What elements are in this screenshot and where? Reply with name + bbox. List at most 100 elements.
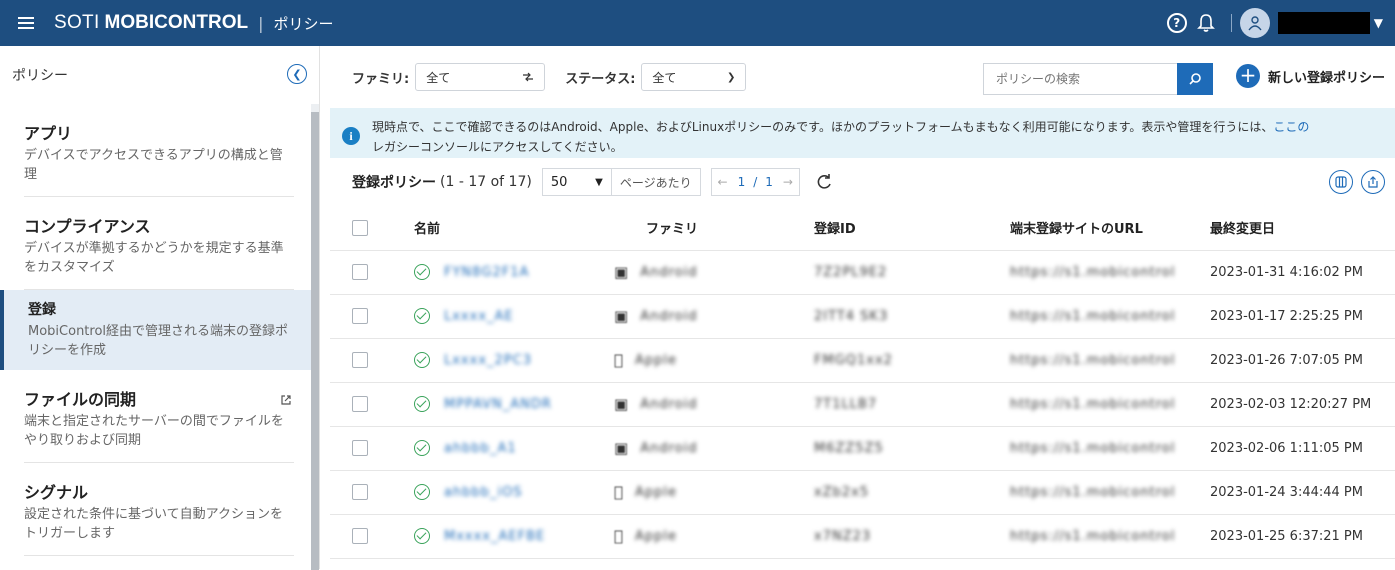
search-input[interactable] bbox=[983, 63, 1177, 95]
column-header-enroll-id[interactable]: 登録ID bbox=[814, 206, 1010, 250]
row-checkbox[interactable] bbox=[352, 528, 368, 544]
modified-date: 2023-01-24 3:44:44 PM bbox=[1210, 485, 1385, 500]
family-text: Android bbox=[640, 441, 697, 456]
row-checkbox[interactable] bbox=[352, 484, 368, 500]
status-ok-icon bbox=[414, 264, 430, 280]
avatar[interactable] bbox=[1240, 8, 1270, 38]
plus-icon: + bbox=[1236, 64, 1260, 88]
enroll-id-text: 7T1LLB7 bbox=[814, 397, 877, 412]
policy-name-link[interactable]: Lxxxx_2PC3 bbox=[444, 353, 532, 368]
sidebar-item-desc: 端末と指定されたサーバーの間でファイルをやり取りおよび同期 bbox=[24, 412, 294, 450]
next-page-icon[interactable]: → bbox=[777, 175, 799, 189]
username-redacted[interactable] bbox=[1278, 12, 1370, 34]
brand-mobicontrol: MOBICONTROL bbox=[105, 12, 249, 34]
chevron-down-icon[interactable]: ▼ bbox=[1374, 16, 1383, 30]
table-row[interactable]: MPPAVN_ANDR▣Android7T1LLB7https://s1.mob… bbox=[330, 382, 1395, 426]
sidebar-item-enrollment[interactable]: 登録 MobiControl経由で管理される端末の登録ポリシーを作成 bbox=[0, 290, 312, 370]
policy-name-link[interactable]: Mxxxx_AEFBE bbox=[444, 529, 545, 544]
family-filter-select[interactable]: 全て bbox=[415, 63, 545, 91]
hamburger-menu-icon[interactable] bbox=[18, 17, 34, 29]
url-cell: https://s1.mobicontrol bbox=[1010, 250, 1210, 294]
enroll-id-text: x7NZ23 bbox=[814, 529, 871, 544]
table-row[interactable]: Lxxxx_2PC3AppleFMGQ1xx2https://s1.mobic… bbox=[330, 338, 1395, 382]
columns-icon[interactable] bbox=[1329, 170, 1353, 194]
prev-page-icon[interactable]: ← bbox=[712, 175, 734, 189]
chevron-down-icon: ❯ bbox=[727, 72, 735, 83]
sidebar-item-signal[interactable]: シグナル 設定された条件に基づいて自動アクションをトリガーします bbox=[24, 463, 294, 556]
policy-name-link[interactable]: ahbbb_A1 bbox=[444, 441, 517, 456]
per-page-select[interactable]: 50 ▼ bbox=[542, 168, 612, 196]
url-cell: https://s1.mobicontrol bbox=[1010, 470, 1210, 514]
new-button-label: 新しい登録ポリシー bbox=[1268, 67, 1385, 86]
sidebar-item-file-sync[interactable]: ファイルの同期 端末と指定されたサーバーの間でファイルをやり取りおよび同期 bbox=[24, 370, 294, 463]
banner-text: 現時点で、ここで確認できるのはAndroid、Apple、およびLinuxポリシ… bbox=[372, 117, 1309, 157]
column-header-modified[interactable]: 最終変更日 bbox=[1210, 206, 1395, 250]
status-filter-select[interactable]: 全て ❯ bbox=[641, 63, 746, 91]
table-row[interactable]: Lxxxx_AE ▣Android2ITT4 SK3https://s1.mobi… bbox=[330, 294, 1395, 338]
name-cell: FYN8G2F1A bbox=[414, 250, 614, 294]
legacy-console-link[interactable]: ここの bbox=[1273, 120, 1309, 134]
row-select-cell bbox=[330, 470, 414, 514]
family-cell: ▣Android bbox=[614, 294, 814, 338]
enroll-id-cell: xZb2x5 bbox=[814, 470, 1010, 514]
row-checkbox[interactable] bbox=[352, 440, 368, 456]
sort-icon bbox=[522, 72, 534, 82]
sidebar-scrollbar[interactable] bbox=[311, 104, 319, 569]
help-icon[interactable]: ? bbox=[1167, 13, 1187, 33]
page-current: 1 bbox=[734, 175, 750, 189]
collapse-sidebar-icon[interactable]: ❮ bbox=[287, 64, 307, 84]
table-row[interactable]: Mxxxx_AEFBEApplex7NZ23https://s1.mobico… bbox=[330, 514, 1395, 558]
sidebar-item-title: コンプライアンス bbox=[24, 217, 294, 237]
policy-name-link[interactable]: MPPAVN_ANDR bbox=[444, 397, 552, 412]
scrollbar-thumb[interactable] bbox=[311, 112, 319, 570]
banner-message-2: レガシーコンソールにアクセスしてください。 bbox=[372, 140, 623, 154]
table-row[interactable]: FYN8G2F1A▣Android7Z2PL9E2https://s1.mobi… bbox=[330, 250, 1395, 294]
column-header-url[interactable]: 端末登録サイトのURL bbox=[1010, 206, 1210, 250]
row-checkbox[interactable] bbox=[352, 352, 368, 368]
family-cell: Apple bbox=[614, 470, 814, 514]
url-text: https://s1.mobicontrol bbox=[1010, 485, 1175, 500]
sidebar-list: アプリ デバイスでアクセスできるアプリの構成と管理 コンプライアンス デバイスが… bbox=[0, 104, 312, 569]
android-icon: ▣ bbox=[614, 263, 628, 281]
row-select-cell bbox=[330, 426, 414, 470]
table-row[interactable]: ahbbb_iOS ApplexZb2x5https://s1.mobicont… bbox=[330, 470, 1395, 514]
column-header-family[interactable]: ファミリ bbox=[614, 206, 814, 250]
url-text: https://s1.mobicontrol bbox=[1010, 309, 1175, 324]
modified-cell: 2023-01-25 6:37:21 PM bbox=[1210, 514, 1395, 558]
bell-icon[interactable] bbox=[1197, 13, 1215, 33]
export-icon[interactable] bbox=[1361, 170, 1385, 194]
modified-date: 2023-01-17 2:25:25 PM bbox=[1210, 309, 1385, 324]
enroll-id-cell: M6ZZ5Z5 bbox=[814, 426, 1010, 470]
sidebar-item-desc: MobiControl経由で管理される端末の登録ポリシーを作成 bbox=[28, 322, 294, 360]
row-checkbox[interactable] bbox=[352, 396, 368, 412]
row-checkbox[interactable] bbox=[352, 308, 368, 324]
family-text: Apple bbox=[635, 529, 677, 544]
sidebar-header: ポリシー ❮ bbox=[0, 46, 319, 104]
modified-cell: 2023-02-03 12:20:27 PM bbox=[1210, 382, 1395, 426]
sidebar-item-compliance[interactable]: コンプライアンス デバイスが準拠するかどうかを規定する基準をカスタマイズ bbox=[24, 197, 294, 290]
new-enrollment-policy-button[interactable]: + 新しい登録ポリシー bbox=[1236, 64, 1385, 88]
sidebar: ポリシー ❮ アプリ デバイスでアクセスできるアプリの構成と管理 コンプライアン… bbox=[0, 46, 320, 569]
family-text: Android bbox=[640, 309, 697, 324]
row-checkbox[interactable] bbox=[352, 264, 368, 280]
list-title: 登録ポリシー bbox=[352, 172, 436, 192]
search-button[interactable] bbox=[1177, 63, 1213, 95]
table-row[interactable]: ahbbb_A1▣AndroidM6ZZ5Z5https://s1.mobico… bbox=[330, 426, 1395, 470]
enrollment-policy-table: 名前 ファミリ 登録ID 端末登録サイトのURL 最終変更日 FYN8G2F1A… bbox=[330, 206, 1395, 559]
select-all-checkbox[interactable] bbox=[352, 220, 368, 236]
refresh-icon[interactable] bbox=[814, 172, 834, 192]
family-text: Android bbox=[640, 397, 697, 412]
sidebar-item-apps[interactable]: アプリ デバイスでアクセスできるアプリの構成と管理 bbox=[24, 104, 294, 197]
url-cell: https://s1.mobicontrol bbox=[1010, 426, 1210, 470]
enroll-id-cell: 2ITT4 SK3 bbox=[814, 294, 1010, 338]
modified-cell: 2023-02-06 1:11:05 PM bbox=[1210, 426, 1395, 470]
row-select-cell bbox=[330, 250, 414, 294]
banner-message: 現時点で、ここで確認できるのはAndroid、Apple、およびLinuxポリシ… bbox=[372, 120, 1273, 134]
policy-name-link[interactable]: FYN8G2F1A bbox=[444, 265, 529, 280]
column-header-name[interactable]: 名前 bbox=[414, 206, 614, 250]
apple-icon:  bbox=[614, 527, 623, 545]
policy-name-link[interactable]: Lxxxx_AE bbox=[444, 309, 514, 324]
policy-name-link[interactable]: ahbbb_iOS bbox=[444, 485, 523, 500]
list-toolbar: 登録ポリシー (1 - 17 of 17) 50 ▼ ページあたり ← 1 / … bbox=[330, 158, 1395, 206]
search-box bbox=[983, 63, 1213, 95]
